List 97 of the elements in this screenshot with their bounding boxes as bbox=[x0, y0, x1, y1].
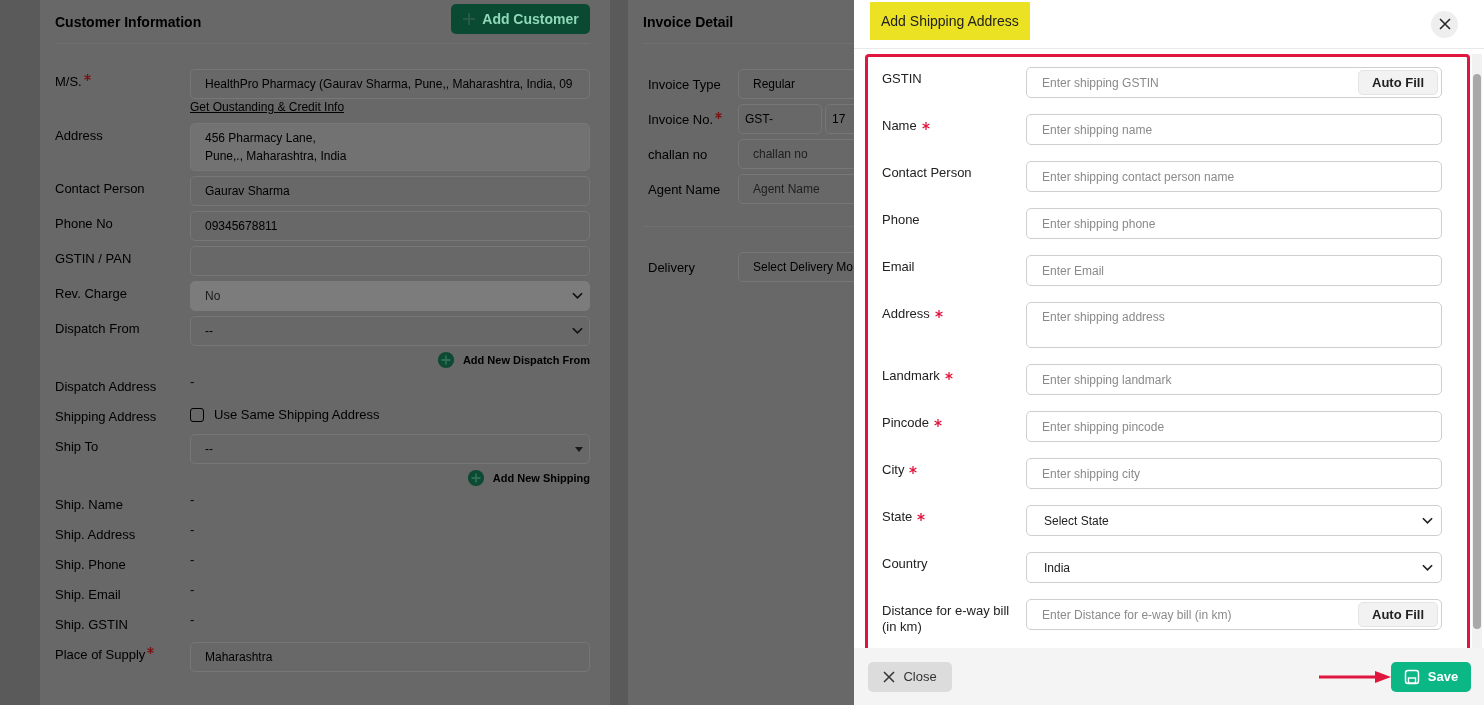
input-field[interactable]: Enter shipping GSTIN Auto Fill bbox=[1026, 67, 1442, 98]
plus-circle-icon bbox=[436, 351, 455, 369]
field-label: Country bbox=[882, 555, 929, 572]
input-field[interactable]: Gaurav Sharma bbox=[190, 176, 590, 206]
field-label: Invoice No. bbox=[648, 111, 738, 127]
asterisk-icon bbox=[909, 466, 918, 474]
select-field[interactable]: Regular bbox=[738, 69, 854, 99]
asterisk-icon bbox=[921, 122, 930, 130]
chevron-down-icon bbox=[572, 327, 583, 335]
add-link[interactable]: Add New Dispatch From bbox=[436, 351, 590, 369]
field-label: Place of Supply bbox=[55, 642, 190, 662]
field-value: - bbox=[190, 522, 195, 537]
add-customer-button[interactable]: Add Customer bbox=[451, 3, 590, 34]
asterisk-icon bbox=[83, 74, 91, 81]
field-label: Dispatch From bbox=[55, 320, 141, 336]
field-label: Delivery bbox=[648, 259, 696, 275]
field-value: - bbox=[190, 612, 195, 627]
auto-fill-button[interactable]: Auto Fill bbox=[1358, 602, 1438, 627]
field-value: - bbox=[190, 552, 195, 567]
select-field[interactable]: India bbox=[1026, 552, 1442, 583]
text-input[interactable]: Enter shipping GSTIN bbox=[1042, 68, 1358, 97]
field-label: Ship. Address bbox=[55, 526, 137, 542]
chevron-down-icon bbox=[1422, 563, 1433, 572]
field-label: Ship. GSTIN bbox=[55, 616, 129, 632]
checkbox[interactable] bbox=[190, 407, 204, 422]
chevron-down-icon bbox=[1422, 516, 1433, 525]
address-textarea[interactable]: 456 Pharmacy Lane, Pune,., Maharashtra, India bbox=[190, 123, 590, 171]
field-label: GSTIN / PAN bbox=[55, 250, 133, 266]
asterisk-icon bbox=[147, 647, 155, 654]
plus-icon bbox=[462, 11, 477, 26]
field-label: challan no bbox=[648, 146, 709, 162]
field-label: GSTIN bbox=[882, 70, 923, 87]
close-icon bbox=[883, 670, 896, 683]
field-label: Invoice Type bbox=[648, 76, 722, 92]
asterisk-icon bbox=[917, 513, 926, 521]
field-label: Email bbox=[882, 258, 916, 275]
input-field[interactable]: Enter Distance for e-way bill (in km) Auto Fill bbox=[1026, 599, 1442, 630]
asterisk-icon bbox=[934, 310, 943, 318]
chevron-down-icon bbox=[572, 292, 583, 300]
credit-info-link[interactable]: Get Oustanding & Credit Info bbox=[190, 100, 345, 114]
select-field[interactable]: -- bbox=[190, 316, 590, 346]
plus-circle-icon bbox=[466, 469, 485, 487]
field-label: Pincode bbox=[882, 411, 1026, 431]
field-value: - bbox=[190, 492, 195, 507]
add-link-label: Add New Dispatch From bbox=[462, 354, 590, 366]
field-label: Ship. Name bbox=[55, 496, 124, 512]
field-value: - bbox=[190, 582, 195, 597]
pointer-arrow bbox=[1319, 669, 1391, 684]
drawer-title: Add Shipping Address bbox=[870, 2, 1030, 40]
field-label: Landmark bbox=[882, 364, 1026, 384]
select-field[interactable]: -- bbox=[190, 434, 590, 464]
auto-fill-button[interactable]: Auto Fill bbox=[1358, 70, 1438, 95]
scrollbar[interactable] bbox=[1472, 54, 1482, 648]
checkbox-label: Use Same Shipping Address bbox=[214, 407, 380, 422]
input-field[interactable]: Agent Name bbox=[738, 174, 854, 204]
field-label: Contact Person bbox=[882, 164, 973, 181]
input-field[interactable]: 17 bbox=[825, 104, 854, 134]
field-label: Ship. Phone bbox=[55, 556, 127, 572]
close-icon bbox=[1438, 18, 1451, 30]
input-field[interactable]: challan no bbox=[738, 139, 854, 169]
address-textarea[interactable]: Enter shipping address bbox=[1026, 302, 1442, 348]
field-label: Dispatch Address bbox=[55, 378, 158, 394]
select-field[interactable]: Select State bbox=[1026, 505, 1442, 536]
section-title: Invoice Detail bbox=[643, 13, 734, 30]
field-label: Address bbox=[55, 127, 104, 143]
asterisk-icon bbox=[934, 419, 942, 427]
field-label: Shipping Address bbox=[55, 408, 158, 424]
close-button[interactable] bbox=[1431, 10, 1458, 38]
field-label: Phone No bbox=[55, 215, 114, 231]
input-field[interactable]: 09345678811 bbox=[190, 211, 590, 241]
field-label: Rev. Charge bbox=[55, 285, 128, 301]
field-label: Distance for e-way bill (in km) bbox=[882, 602, 1011, 635]
field-label: Name bbox=[882, 114, 1026, 134]
section-title: Customer Information bbox=[55, 13, 202, 30]
input-field[interactable]: GST- bbox=[738, 104, 822, 134]
field-value: - bbox=[190, 374, 195, 389]
add-link[interactable]: Add New Shipping bbox=[466, 469, 590, 487]
field-label: Phone bbox=[882, 211, 921, 228]
asterisk-icon bbox=[944, 372, 953, 380]
field-label: City bbox=[882, 458, 1026, 478]
field-label: Ship To bbox=[55, 438, 100, 454]
field-label: Contact Person bbox=[55, 180, 146, 196]
text-input[interactable]: Enter Distance for e-way bill (in km) bbox=[1042, 600, 1358, 629]
field-label: Address bbox=[882, 302, 1026, 322]
caret-down-icon bbox=[575, 446, 583, 452]
save-button[interactable]: Save bbox=[1391, 661, 1471, 692]
select-field[interactable]: Select Delivery Mo bbox=[738, 252, 854, 282]
field-label: M/S. bbox=[55, 69, 190, 89]
field-label: Ship. Email bbox=[55, 586, 122, 602]
input-field[interactable]: HealthPro Pharmacy (Gaurav Sharma, Pune,, Maharashtra, India, 09 bbox=[190, 69, 590, 99]
save-icon bbox=[1403, 668, 1420, 685]
close-button[interactable]: Close bbox=[868, 661, 952, 692]
field-label: Agent Name bbox=[648, 181, 722, 197]
add-link-label: Add New Shipping bbox=[492, 472, 590, 484]
asterisk-icon bbox=[715, 111, 723, 119]
input-field[interactable]: Maharashtra bbox=[190, 642, 590, 672]
field-label: State bbox=[882, 505, 1026, 525]
